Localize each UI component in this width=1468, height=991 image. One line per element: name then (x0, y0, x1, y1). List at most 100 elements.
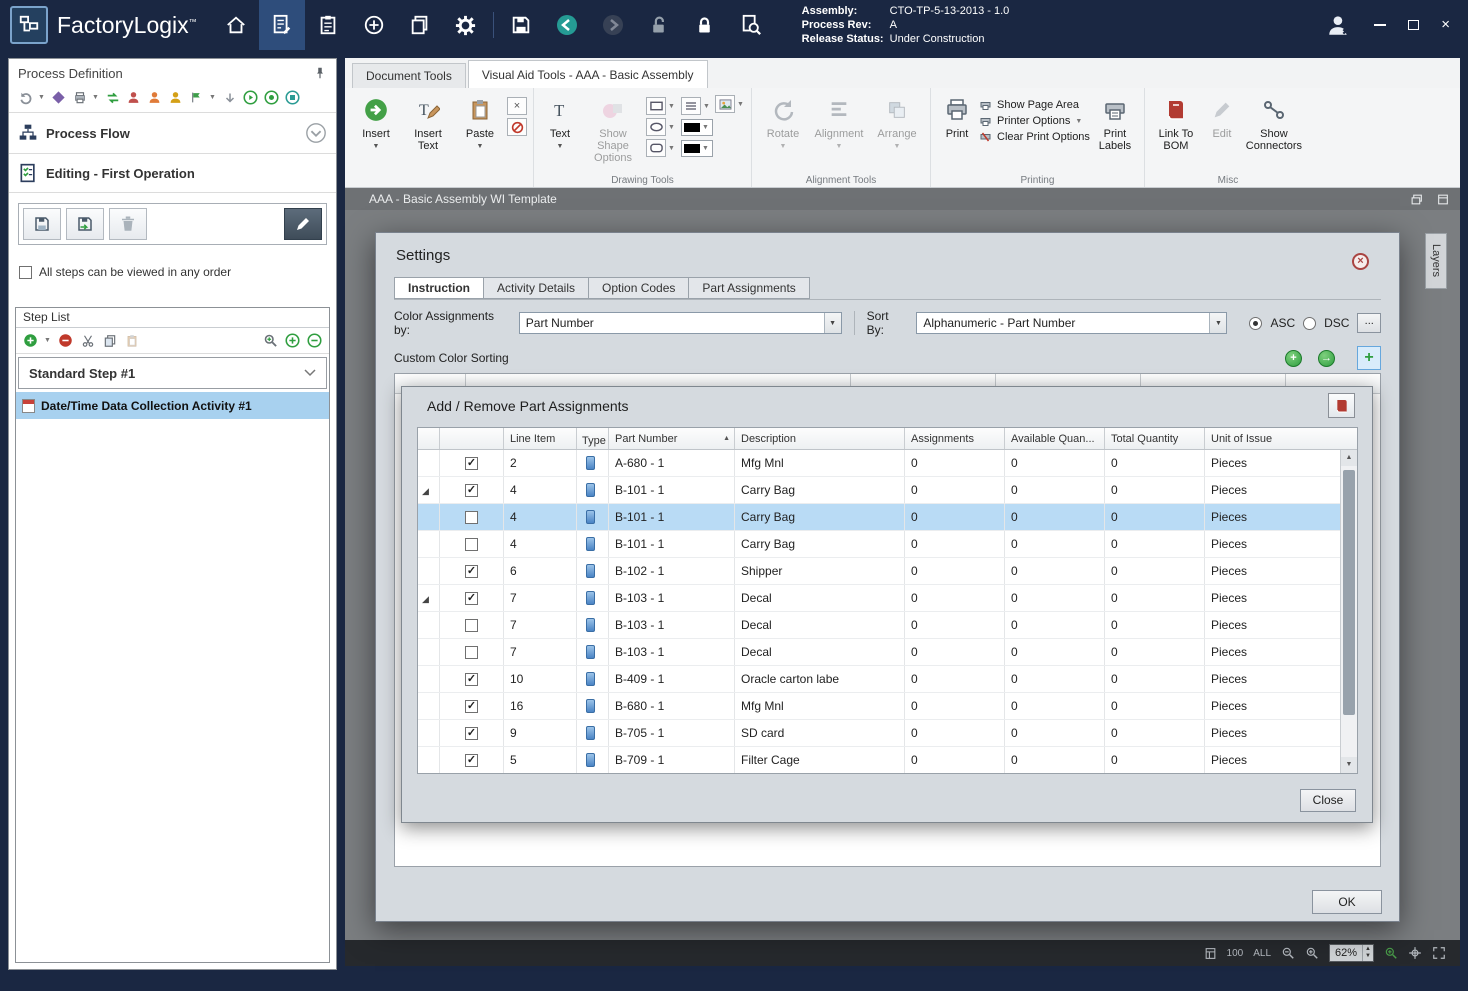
unlock-icon[interactable] (636, 0, 682, 50)
chevron-down-icon[interactable]: ▼ (44, 337, 52, 344)
find-step-button[interactable] (262, 332, 279, 349)
line-color-picker[interactable]: ▼ (681, 140, 713, 157)
fill-color-picker[interactable]: ▼ (681, 119, 713, 136)
chevron-down-icon[interactable]: ▼ (38, 94, 46, 101)
column-type[interactable]: Type (577, 428, 609, 449)
close-window-button[interactable]: × (1441, 20, 1450, 30)
color-assignments-select[interactable]: Part Number ▼ (519, 312, 842, 334)
part-row[interactable]: 7B-103 - 1Decal000Pieces (418, 639, 1357, 666)
chevron-down-icon[interactable]: ▼ (209, 94, 217, 101)
lock-icon[interactable] (682, 0, 728, 50)
part-row[interactable]: 4B-101 - 1Carry Bag000Pieces (418, 504, 1357, 531)
chevron-down-icon[interactable] (304, 369, 316, 377)
step-header[interactable]: Standard Step #1 (18, 357, 327, 389)
sync-icon[interactable] (104, 89, 121, 106)
add-part-assignment-button[interactable]: + (1357, 346, 1381, 370)
expander-icon[interactable]: ◢ (422, 594, 429, 604)
crosshair-icon[interactable] (1408, 946, 1422, 960)
asc-radio[interactable] (1249, 317, 1262, 330)
alignment-button[interactable]: Alignment▼ (810, 91, 868, 153)
remove-step-button[interactable] (57, 332, 74, 349)
chevron-down-icon[interactable]: ▼ (824, 313, 841, 333)
show-connectors-button[interactable]: Show Connectors (1243, 91, 1305, 152)
column-part-number[interactable]: Part Number▲ (609, 428, 735, 449)
clipboard-button[interactable] (305, 0, 351, 50)
paste-button[interactable]: Paste▼ (455, 91, 505, 153)
save-step-button[interactable] (23, 208, 61, 240)
tab-visual-aid-tools[interactable]: Visual Aid Tools - AAA - Basic Assembly (468, 60, 708, 88)
row-checkbox[interactable]: ✓ (465, 727, 478, 740)
row-checkbox[interactable]: ✓ (465, 700, 478, 713)
dock-window-icon[interactable] (1436, 193, 1450, 206)
maximize-button[interactable] (1408, 20, 1419, 30)
edit-step-button[interactable] (284, 208, 322, 240)
settings-close-icon[interactable]: × (1352, 253, 1369, 270)
arrange-button[interactable]: Arrange▼ (870, 91, 924, 153)
chevron-down-icon[interactable]: ▼ (92, 94, 100, 101)
forward-button[interactable] (590, 0, 636, 50)
zoom-spin-buttons[interactable]: ▲▼ (1362, 945, 1373, 961)
part-row[interactable]: ✓6B-102 - 1Shipper000Pieces (418, 558, 1357, 585)
row-checkbox[interactable]: ✓ (465, 592, 478, 605)
arrow-down-icon[interactable] (221, 89, 238, 106)
user-remove-icon[interactable] (125, 89, 142, 106)
back-button[interactable] (544, 0, 590, 50)
ok-button[interactable]: OK (1312, 890, 1382, 914)
home-button[interactable] (213, 0, 259, 50)
line-style-button[interactable] (681, 97, 701, 115)
user-add-icon[interactable] (167, 89, 184, 106)
column-line-item[interactable]: Line Item (504, 428, 577, 449)
process-flow-row[interactable]: Process Flow (9, 113, 336, 154)
part-row[interactable]: 4B-101 - 1Carry Bag000Pieces (418, 531, 1357, 558)
edit-button[interactable]: Edit (1203, 91, 1241, 140)
part-row[interactable]: ◢✓7B-103 - 1Decal000Pieces (418, 585, 1357, 612)
row-checkbox[interactable] (465, 646, 478, 659)
scrollbar-thumb[interactable] (1343, 470, 1355, 715)
clear-print-options-option[interactable]: Clear Print Options (979, 131, 1090, 143)
stop-icon[interactable] (284, 89, 301, 106)
insert-text-button[interactable]: T Insert Text (403, 91, 453, 152)
link-to-bom-button[interactable]: Link To BOM (1151, 91, 1201, 152)
share-icon[interactable] (50, 89, 67, 106)
row-checkbox[interactable]: ✓ (465, 754, 478, 767)
row-checkbox[interactable] (465, 511, 478, 524)
cut-button[interactable] (79, 332, 96, 349)
scroll-up-icon[interactable]: ▲ (1341, 450, 1357, 466)
row-checkbox[interactable]: ✓ (465, 565, 478, 578)
part-row[interactable]: ✓9B-705 - 1SD card000Pieces (418, 720, 1357, 747)
settings-gear-button[interactable] (443, 0, 489, 50)
play-icon[interactable] (242, 89, 259, 106)
tab-part-assignments[interactable]: Part Assignments (689, 277, 809, 299)
printer-options-option[interactable]: Printer Options▼ (979, 115, 1090, 127)
pin-icon[interactable] (313, 66, 327, 80)
part-row[interactable]: ◢✓4B-101 - 1Carry Bag000Pieces (418, 477, 1357, 504)
zoom-level-spinner[interactable]: 62% ▲▼ (1329, 944, 1374, 962)
import-step-button[interactable] (66, 208, 104, 240)
user-logout-icon[interactable] (1326, 12, 1352, 38)
column-available-quantity[interactable]: Available Quan... (1005, 428, 1105, 449)
tab-document-tools[interactable]: Document Tools (352, 63, 466, 88)
part-row[interactable]: ✓2A-680 - 1Mfg Mnl000Pieces (418, 450, 1357, 477)
cancel-button[interactable] (507, 118, 527, 136)
record-icon[interactable] (263, 89, 280, 106)
row-checkbox[interactable]: ✓ (465, 484, 478, 497)
save-button[interactable] (498, 0, 544, 50)
activity-item-selected[interactable]: Date/Time Data Collection Activity #1 (16, 392, 329, 419)
delete-shape-button[interactable]: × (507, 97, 527, 115)
rectangle-shape-button[interactable] (646, 97, 666, 115)
show-shape-options-button[interactable]: Show Shape Options (582, 91, 644, 164)
expand-all-button[interactable] (284, 332, 301, 349)
add-step-button[interactable] (22, 332, 39, 349)
column-unit-of-issue[interactable]: Unit of Issue (1205, 428, 1342, 449)
paste-button[interactable] (123, 332, 140, 349)
insert-button[interactable]: Insert▼ (351, 91, 401, 153)
parts-table-scrollbar[interactable]: ▲ ▼ (1340, 450, 1357, 773)
delete-step-button[interactable] (109, 208, 147, 240)
tab-instruction[interactable]: Instruction (394, 277, 484, 299)
all-pages-label[interactable]: ALL (1253, 948, 1271, 959)
part-row[interactable]: ✓10B-409 - 1Oracle carton labe000Pieces (418, 666, 1357, 693)
row-checkbox[interactable]: ✓ (465, 457, 478, 470)
row-checkbox[interactable] (465, 619, 478, 632)
expander-icon[interactable]: ◢ (422, 486, 429, 496)
print-icon[interactable] (71, 89, 88, 106)
